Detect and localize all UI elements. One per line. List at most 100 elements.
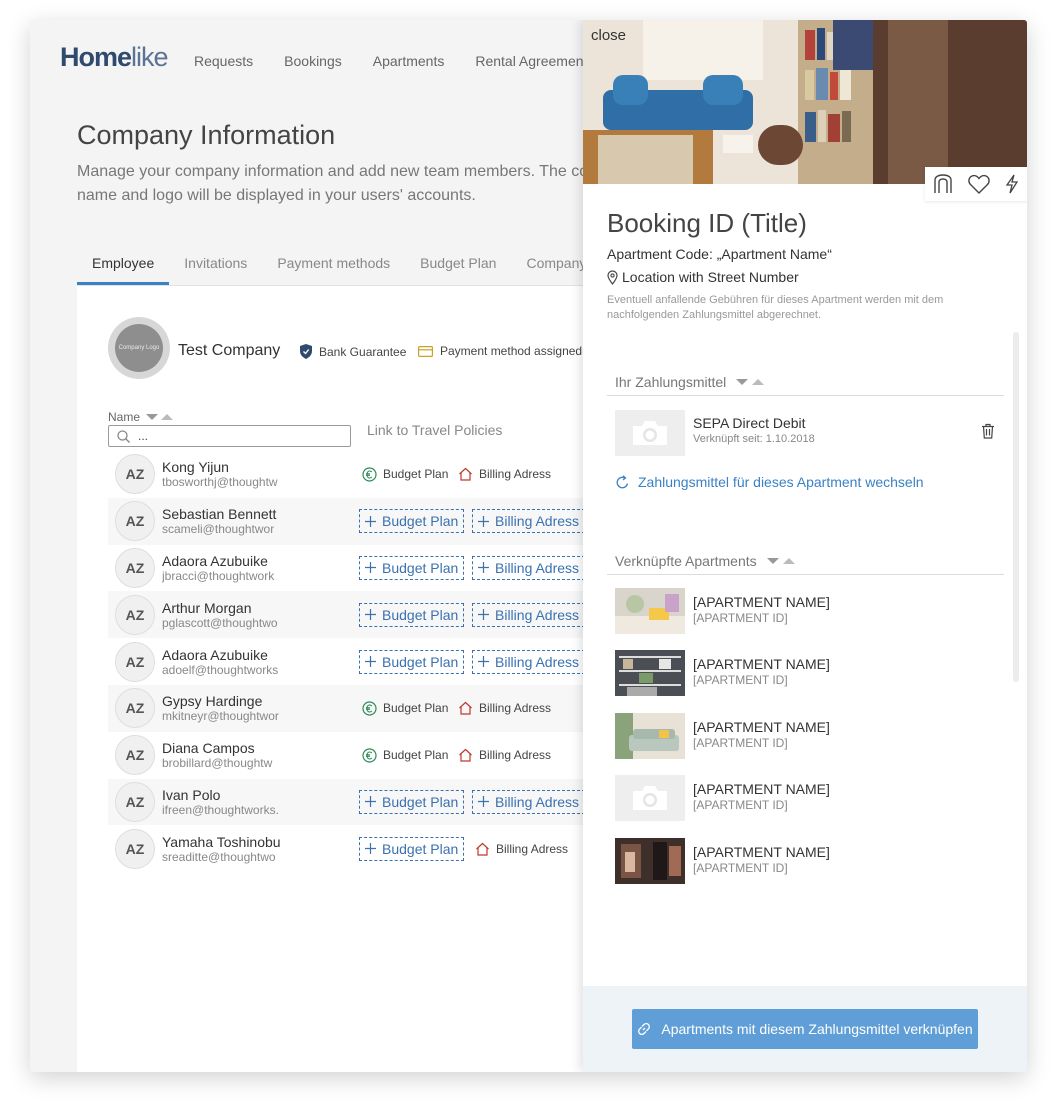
linked-apartment-item[interactable]: [APARTMENT NAME] [APARTMENT ID] (615, 650, 1005, 698)
tab-budget-plan[interactable]: Budget Plan (405, 252, 511, 285)
budget-plan-assigned[interactable]: Budget Plan (362, 467, 448, 482)
linked-apartment-item[interactable]: [APARTMENT NAME] [APARTMENT ID] (615, 838, 1005, 886)
name-header-label: Name (108, 410, 141, 424)
billing-address-assigned[interactable]: Billing Adress (475, 842, 568, 856)
payment-thumb-placeholder (615, 410, 685, 456)
table-row[interactable]: AZ Diana Campos brobillard@thoughtw Budget … (108, 732, 597, 779)
add-budget-plan-button[interactable]: Budget Plan (359, 555, 465, 580)
add-budget-plan-label: Budget Plan (382, 559, 459, 576)
budget-plan-assigned[interactable]: Budget Plan (362, 701, 448, 716)
name-search-input[interactable]: ... (108, 425, 351, 447)
add-billing-address-label: Billing Adress (495, 653, 580, 670)
tab-payment-methods[interactable]: Payment methods (262, 252, 405, 285)
nav-rental-agreements[interactable]: Rental Agreements (475, 53, 594, 69)
employee-email: adoelf@thoughtworks (162, 662, 279, 677)
budget-plan-label: Budget Plan (383, 467, 449, 482)
employee-info: Diana Campos brobillard@thoughtw (162, 740, 344, 770)
employee-rows: AZ Kong Yijun tbosworthj@thoughtw Budget Pl… (108, 451, 597, 872)
tab-invitations[interactable]: Invitations (169, 252, 262, 285)
heart-icon[interactable] (968, 174, 990, 194)
table-row[interactable]: AZ Kong Yijun tbosworthj@thoughtw Budget Pl… (108, 451, 597, 498)
employee-info: Arthur Morgan pglascott@thoughtwo (162, 600, 344, 630)
payment-method-row: SEPA Direct Debit Verknüpft seit: 1.10.2… (615, 410, 1005, 456)
add-budget-plan-label: Budget Plan (382, 513, 459, 530)
euro-icon (362, 701, 377, 716)
add-budget-plan-button[interactable]: Budget Plan (359, 602, 465, 627)
billing-address-assigned[interactable]: Billing Adress (458, 748, 551, 762)
apartment-hero-image: close (583, 20, 1027, 184)
table-row[interactable]: AZ Ivan Polo ifreen@thoughtworks. Budget Pl… (108, 778, 597, 826)
add-billing-address-button[interactable]: Billing Adress (472, 789, 586, 814)
plus-icon (365, 609, 376, 621)
billing-address-assigned[interactable]: Billing Adress (458, 467, 551, 481)
apartment-id: [APARTMENT ID] (693, 611, 788, 625)
switch-payment-link[interactable]: Zahlungsmittel für dieses Apartment wech… (615, 474, 924, 490)
apartment-id: [APARTMENT ID] (693, 798, 788, 812)
apartment-name: [APARTMENT NAME] (693, 844, 830, 860)
tab-employee[interactable]: Employee (77, 252, 170, 285)
add-billing-address-label: Billing Adress (495, 559, 580, 576)
apartment-thumb-placeholder (615, 775, 685, 821)
add-billing-address-label: Billing Adress (495, 513, 580, 530)
company-logo-text: Company Logo (115, 324, 163, 372)
employee-name: Diana Campos (162, 740, 255, 757)
name-column-header[interactable]: Name (108, 410, 174, 424)
budget-plan-assigned[interactable]: Budget Plan (362, 748, 448, 763)
nav-requests[interactable]: Requests (194, 53, 253, 69)
nav-apartments[interactable]: Apartments (373, 53, 445, 69)
credit-card-icon (418, 345, 433, 357)
billing-address-label: Billing Adress (479, 748, 552, 763)
employee-card: Company Logo Test Company Bank Guarantee… (77, 285, 597, 1072)
add-billing-address-button[interactable]: Billing Adress (472, 649, 586, 674)
billing-address-assigned[interactable]: Billing Adress (458, 701, 551, 715)
add-billing-address-button[interactable]: Billing Adress (472, 602, 586, 627)
link-apartments-button[interactable]: Apartments mit diesem Zahlungsmittel ver… (632, 1009, 978, 1049)
apartment-name: [APARTMENT NAME] (693, 594, 830, 610)
add-billing-address-button[interactable]: Billing Adress (472, 509, 586, 534)
avatar: AZ (115, 828, 155, 869)
table-row[interactable]: AZ Yamaha Toshinobu sreaditte@thoughtwo Bud… (108, 825, 597, 872)
add-budget-plan-button[interactable]: Budget Plan (359, 649, 465, 674)
avatar: AZ (115, 594, 155, 635)
table-row[interactable]: AZ Adaora Azubuike jbracci@thoughtwork Budg… (108, 545, 597, 592)
billing-address-label: Billing Adress (479, 701, 552, 716)
employee-info: Ivan Polo ifreen@thoughtworks. (162, 787, 344, 817)
add-budget-plan-label: Budget Plan (382, 840, 459, 857)
linked-apartment-item[interactable]: [APARTMENT NAME] [APARTMENT ID] (615, 775, 1005, 823)
add-budget-plan-button[interactable]: Budget Plan (359, 789, 465, 814)
table-row[interactable]: AZ Gypsy Hardinge mkitneyr@thoughtwor Budge… (108, 684, 597, 732)
sort-icon[interactable] (736, 378, 766, 386)
linked-apartment-item[interactable]: [APARTMENT NAME] [APARTMENT ID] (615, 588, 1005, 636)
table-row[interactable]: AZ Sebastian Bennett scameli@thoughtwor Bud… (108, 497, 597, 545)
payment-section-header[interactable]: Ihr Zahlungsmittel (607, 368, 1004, 396)
panel-scrollbar[interactable] (1013, 332, 1019, 682)
table-row[interactable]: AZ Adaora Azubuike adoelf@thoughtworks Budg… (108, 638, 597, 685)
booking-title: Booking ID (Title) (607, 208, 807, 238)
tab-bar: Employee Invitations Payment methods Bud… (77, 252, 597, 285)
budget-plan-label: Budget Plan (383, 748, 449, 763)
homelike-logo[interactable]: Homelike (60, 42, 169, 73)
add-budget-plan-button[interactable]: Budget Plan (359, 836, 465, 861)
sort-icon[interactable] (146, 413, 174, 421)
add-billing-address-button[interactable]: Billing Adress (472, 555, 586, 580)
lightning-icon[interactable] (1005, 174, 1019, 194)
employee-name: Adaora Azubuike (162, 646, 268, 663)
employee-email: tbosworthj@thoughtw (162, 475, 278, 490)
search-icon (117, 429, 130, 443)
plus-icon (365, 562, 376, 574)
sort-icon[interactable] (766, 557, 797, 565)
payment-note: Eventuell anfallende Gebühren für dieses… (607, 294, 944, 321)
apartment-id: [APARTMENT ID] (693, 861, 788, 875)
nav-bookings[interactable]: Bookings (284, 53, 342, 69)
employee-name: Ivan Polo (162, 786, 221, 803)
trash-icon[interactable] (981, 423, 995, 439)
euro-icon (362, 467, 377, 482)
linked-apartment-item[interactable]: [APARTMENT NAME] [APARTMENT ID] (615, 713, 1005, 761)
close-button[interactable]: close (591, 27, 626, 44)
add-budget-plan-button[interactable]: Budget Plan (359, 509, 465, 534)
table-row[interactable]: AZ Arthur Morgan pglascott@thoughtwo Budget… (108, 591, 597, 639)
company-logo: Company Logo (108, 317, 170, 379)
apartments-section-header[interactable]: Verknüpfte Apartments (607, 547, 1004, 575)
arch-icon[interactable] (933, 174, 953, 194)
link-icon (638, 1022, 651, 1036)
